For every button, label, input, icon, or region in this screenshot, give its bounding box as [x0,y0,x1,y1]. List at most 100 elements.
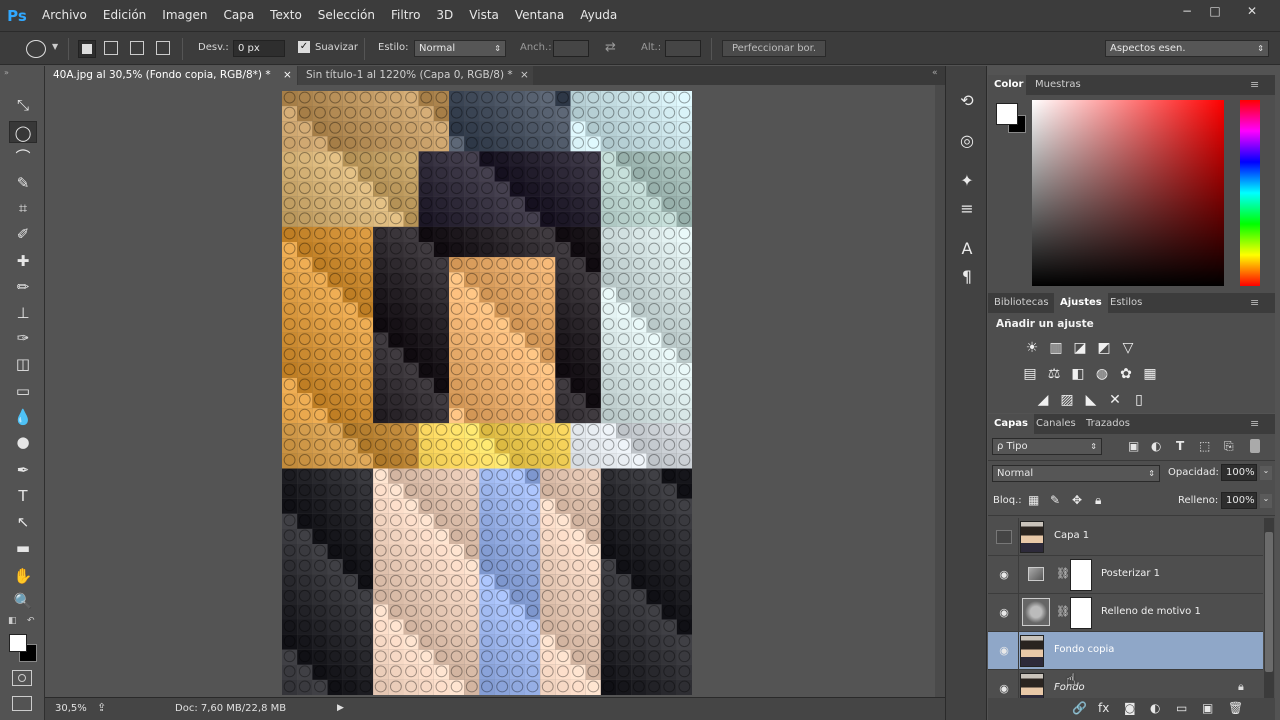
layer-row[interactable]: ◉ Fondo copia [988,632,1263,670]
link-layers-icon[interactable]: 🔗 [1072,701,1087,715]
panel-menu-icon[interactable]: ≡ [1250,296,1259,309]
tool-presets-icon[interactable]: ≡ [956,198,978,220]
new-adjustment-icon[interactable]: ◐ [1150,701,1160,715]
share-icon[interactable]: ⇪ [97,701,106,714]
menu-item-archivo[interactable]: Archivo [34,0,95,31]
crop-icon[interactable]: ⌗ [9,197,37,219]
lock-transparency-icon[interactable]: ▦ [1028,493,1039,507]
tab-styles[interactable]: Estilos [1104,293,1148,313]
new-layer-icon[interactable]: ▣ [1202,701,1213,715]
dodge-icon[interactable]: ● [9,431,37,453]
layer-row[interactable]: Capa 1 [988,518,1263,556]
anti-alias-checkbox[interactable]: ✓ [298,41,310,53]
intersect-selection-icon[interactable] [156,41,170,55]
fill-dropdown-icon[interactable]: ⌄ [1260,494,1272,508]
menu-item-filtro[interactable]: Filtro [383,0,428,31]
filter-pixel-icon[interactable]: ▣ [1128,439,1139,453]
canvas-scrollbar[interactable] [935,85,945,697]
invert-icon[interactable]: ◢ [1034,391,1052,409]
brush-icon[interactable]: ✏ [9,276,37,298]
eye-icon[interactable]: ◉ [996,644,1012,658]
swap-icon[interactable]: ⇄ [605,40,616,55]
eye-icon[interactable]: ◉ [996,682,1012,696]
pattern-thumbnail-icon[interactable] [1022,598,1050,626]
close-button[interactable]: ✕ [1232,2,1272,20]
foreground-color-swatch-top[interactable] [9,634,27,652]
zoom-readout[interactable]: 30,5% [55,703,87,714]
collapse-dock-icon[interactable]: « [932,68,938,78]
layer-thumbnail[interactable] [1020,635,1044,667]
filter-toggle[interactable] [1250,439,1260,453]
filter-adjustment-icon[interactable]: ◐ [1151,439,1161,453]
menu-item-edicin[interactable]: Edición [95,0,154,31]
lasso-icon[interactable]: ⌒ [9,146,37,168]
curves-icon[interactable]: ◪ [1071,339,1089,357]
quick-selection-icon[interactable]: ✎ [9,172,37,194]
posterize-icon[interactable]: ▨ [1058,391,1076,409]
tab-libraries[interactable]: Bibliotecas [988,293,1055,313]
gradient-map-icon[interactable]: ▯ [1130,391,1148,409]
tab-channels[interactable]: Canales [1030,414,1082,434]
menu-item-vista[interactable]: Vista [461,0,507,31]
menu-item-seleccin[interactable]: Selección [310,0,383,31]
maximize-button[interactable]: □ [1200,2,1230,20]
menu-item-texto[interactable]: Texto [262,0,310,31]
layer-row[interactable]: ◉ ⛓ Posterizar 1 [988,556,1263,594]
layer-thumbnail[interactable] [1020,673,1044,698]
layer-thumbnail[interactable] [1020,521,1044,553]
black-white-icon[interactable]: ◧ [1069,365,1087,383]
menu-item-capa[interactable]: Capa [215,0,262,31]
layer-mask-thumbnail[interactable] [1070,597,1092,629]
lego-mosaic-image[interactable] [282,91,692,695]
hue-saturation-icon[interactable]: ▤ [1021,365,1039,383]
vibrance-icon[interactable]: ▽ [1119,339,1137,357]
eye-icon[interactable]: ◉ [996,568,1012,582]
foreground-swatch[interactable] [996,103,1018,125]
history-brush-icon[interactable]: ✑ [9,327,37,349]
elliptical-marquee-icon[interactable]: ◯ [9,121,37,143]
filter-shape-icon[interactable]: ⬚ [1199,439,1210,453]
character-icon[interactable]: A [956,238,978,260]
layers-scrollbar[interactable] [1264,518,1274,698]
minimize-button[interactable]: − [1172,2,1202,20]
tab-color[interactable]: Color [988,75,1026,95]
color-balance-icon[interactable]: ⚖ [1045,365,1063,383]
tab-paths[interactable]: Trazados [1080,414,1136,434]
eraser-icon[interactable]: ◫ [9,353,37,375]
hue-slider[interactable] [1240,100,1260,286]
brightness-contrast-icon[interactable]: ☀ [1023,339,1041,357]
add-to-selection-icon[interactable] [104,41,118,55]
opacity-input[interactable]: 100% [1221,464,1257,481]
fill-input[interactable]: 100% [1221,492,1257,509]
gradient-icon[interactable]: ▭ [9,380,37,402]
move-icon[interactable]: ⤡ [9,94,37,116]
levels-icon[interactable]: ▥ [1047,339,1065,357]
hand-icon[interactable]: ✋ [9,565,37,587]
screen-mode-icon[interactable] [12,696,32,711]
layer-mask-thumbnail[interactable] [1070,559,1092,591]
layer-row[interactable]: ◉ ⛓ Relleno de motivo 1 [988,594,1263,632]
layer-row[interactable]: ◉ Fondo 🔒︎ [988,670,1263,698]
menu-item-imagen[interactable]: Imagen [154,0,215,31]
healing-brush-icon[interactable]: ✚ [9,250,37,272]
brush-presets-icon[interactable]: ✦ [956,170,978,192]
status-menu-arrow-icon[interactable]: ▶ [337,703,344,713]
tab-swatches[interactable]: Muestras [1029,75,1087,95]
lock-all-icon[interactable]: 🔒︎ [1095,493,1101,508]
link-icon[interactable]: ⛓ [1056,567,1070,580]
tab-layers[interactable]: Capas [988,414,1034,434]
filter-type-icon[interactable]: T [1176,439,1184,453]
new-group-icon[interactable]: ▭ [1176,701,1187,715]
exposure-icon[interactable]: ◩ [1095,339,1113,357]
refine-edge-button[interactable]: Perfeccionar bor. [722,40,826,57]
tab-sin-titulo[interactable]: Sin título-1 al 1220% (Capa 0, RGB/8) * … [298,66,533,85]
clone-stamp-icon[interactable]: ⊥ [9,302,37,324]
quick-mask-icon[interactable] [12,670,32,686]
posterize-icon[interactable] [1028,567,1044,581]
photo-filter-icon[interactable]: ◍ [1093,365,1111,383]
blend-mode-select[interactable]: Normal ⇕ [992,465,1160,482]
tab-adjustments[interactable]: Ajustes [1054,293,1108,313]
pen-icon[interactable]: ✒ [9,459,37,481]
new-selection-icon[interactable] [78,40,96,58]
tab-40a[interactable]: 40A.jpg al 30,5% (Fondo copia, RGB/8*) *… [45,66,297,85]
